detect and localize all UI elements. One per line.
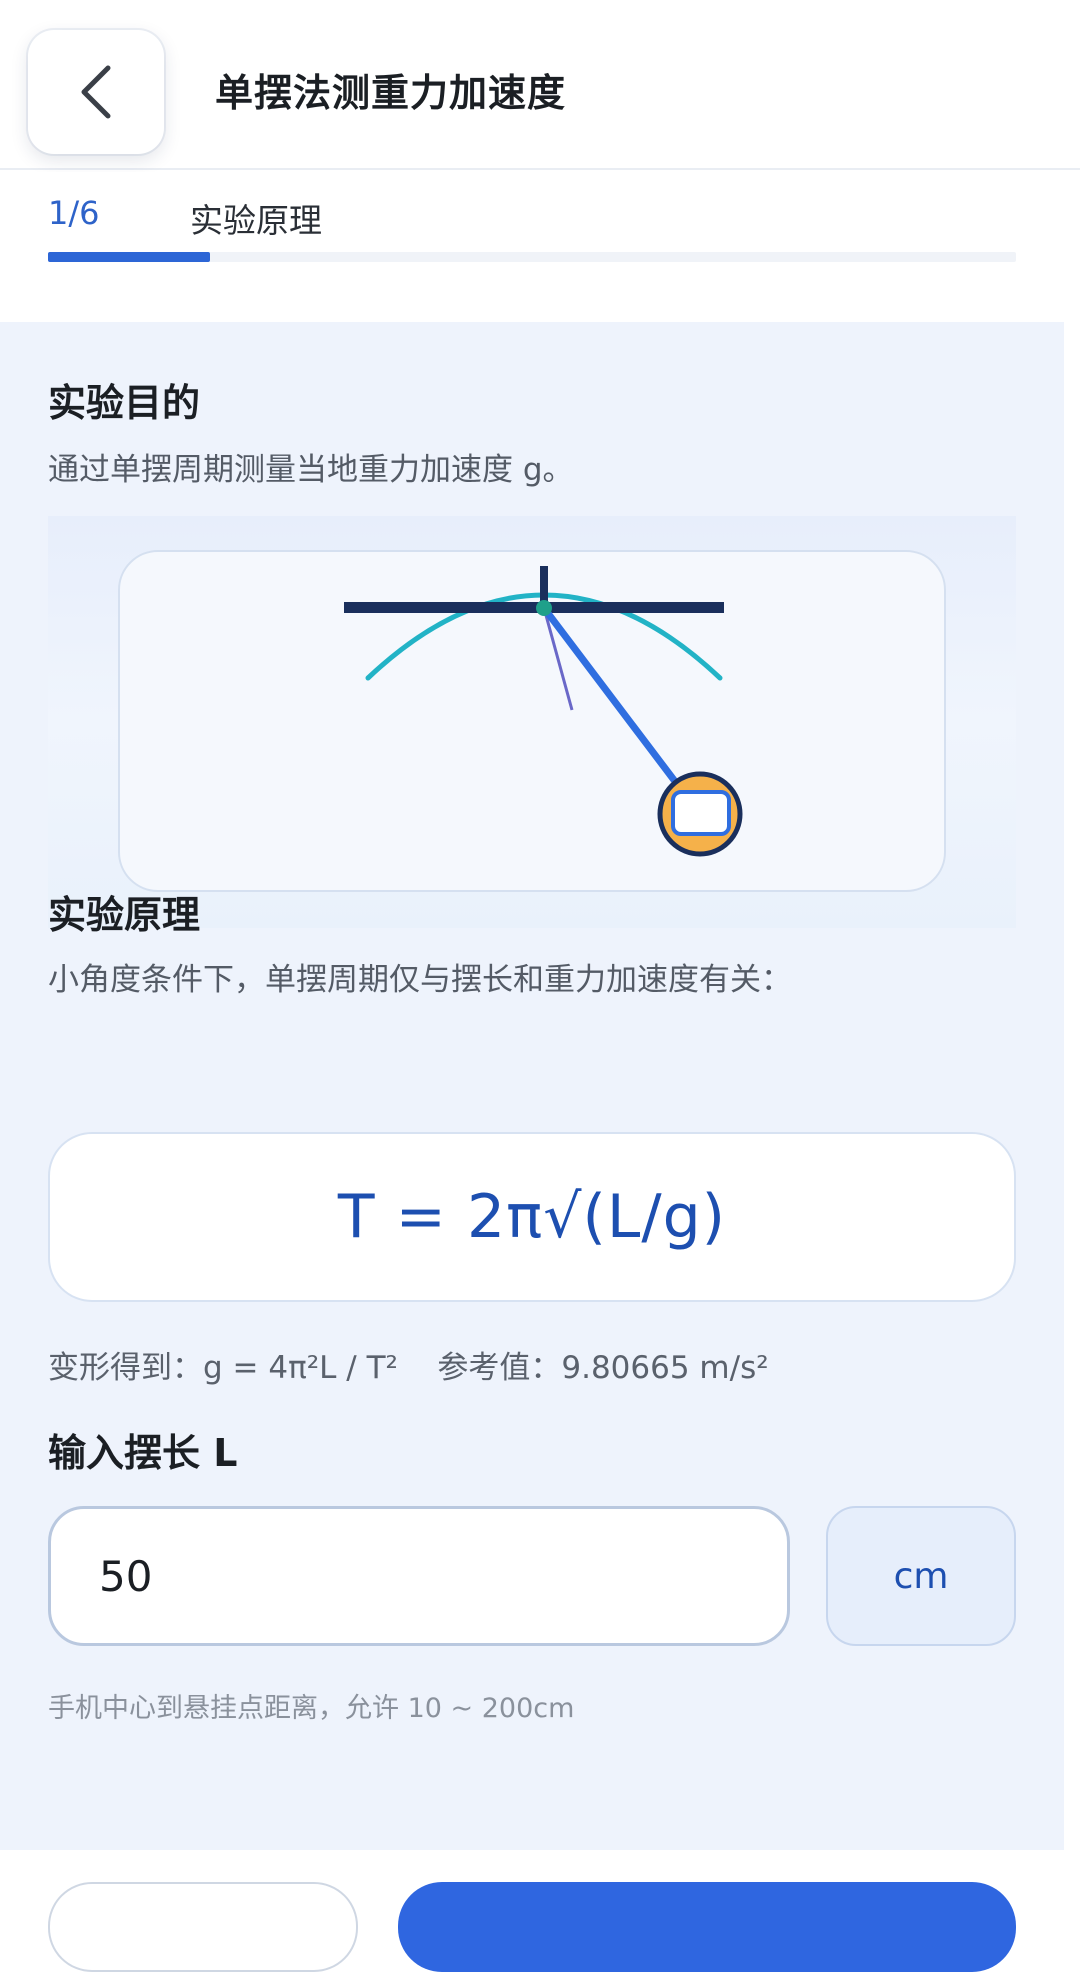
formula-card: T = 2π√(L/g) xyxy=(48,1132,1016,1302)
length-input[interactable] xyxy=(48,1506,790,1646)
main-content: 实验目的 通过单摆周期测量当地重力加速度 g。 实验原理 小角度条件下，单摆周期… xyxy=(0,322,1064,1850)
length-label: 输入摆长 L xyxy=(48,1431,238,1475)
period-formula: T = 2π√(L/g) xyxy=(337,1182,727,1252)
chevron-left-icon xyxy=(81,65,111,119)
step-indicator: 1/6 实验原理 xyxy=(0,172,1080,322)
bottom-bar xyxy=(0,1850,1080,1972)
purpose-title: 实验目的 xyxy=(48,381,201,425)
step-name: 实验原理 xyxy=(190,201,322,240)
support-beam xyxy=(344,602,724,613)
phone-icon xyxy=(671,790,731,836)
previous-step-button[interactable] xyxy=(48,1882,358,1972)
app-header: 单摆法测重力加速度 xyxy=(0,0,1080,170)
pendulum-illustration xyxy=(118,550,946,892)
back-button[interactable] xyxy=(28,30,164,154)
next-step-button[interactable] xyxy=(398,1882,1016,1972)
principle-title: 实验原理 xyxy=(48,893,201,937)
pendulum-string xyxy=(540,604,684,792)
length-hint: 手机中心到悬挂点距离，允许 10 ~ 200cm xyxy=(48,1693,575,1724)
page-title: 单摆法测重力加速度 xyxy=(215,71,567,115)
step-progress-fill xyxy=(48,252,210,262)
unit-label: cm xyxy=(826,1506,1016,1646)
purpose-text: 通过单摆周期测量当地重力加速度 g。 xyxy=(48,452,574,488)
derived-formula: 变形得到：g = 4π²L / T² 参考值：9.80665 m/s² xyxy=(48,1350,769,1386)
step-progress-track xyxy=(48,252,1016,262)
principle-text: 小角度条件下，单摆周期仅与摆长和重力加速度有关： xyxy=(48,962,792,998)
pivot-point xyxy=(536,600,552,616)
step-counter: 1/6 xyxy=(48,194,100,232)
